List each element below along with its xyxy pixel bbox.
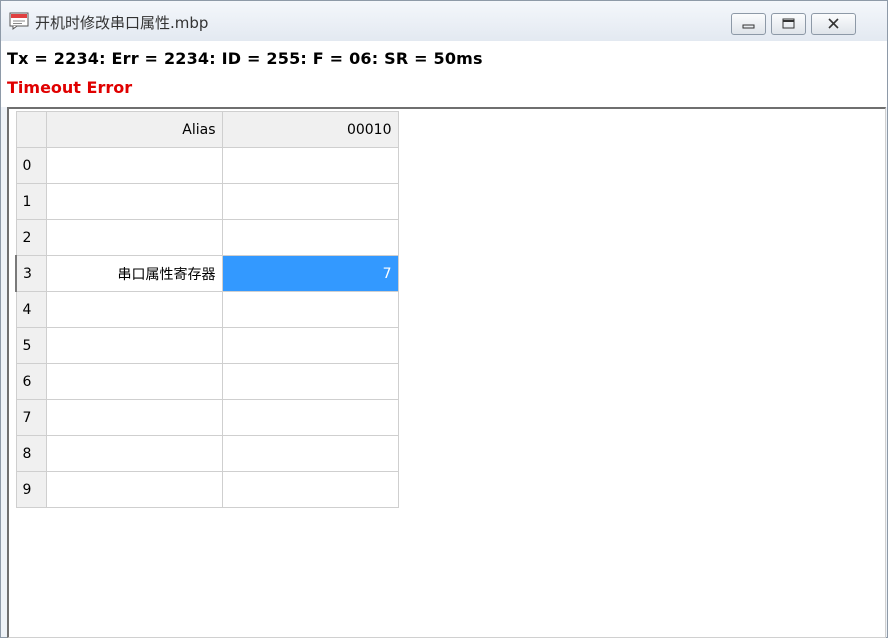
document-icon xyxy=(9,12,29,30)
minimize-icon xyxy=(742,24,755,29)
alias-cell[interactable] xyxy=(45,327,223,364)
table-row: 5 xyxy=(15,327,399,364)
alias-cell[interactable] xyxy=(45,435,223,472)
address-column-header[interactable]: 00010 xyxy=(221,111,399,148)
alias-cell[interactable] xyxy=(45,291,223,328)
table-row: 7 xyxy=(15,399,399,436)
table-row: 6 xyxy=(15,363,399,400)
window-title: 开机时修改串口属性.mbp xyxy=(35,14,209,32)
table-row: 1 xyxy=(15,183,399,220)
register-grid[interactable]: Alias 00010 0 1 2 3 串口属性寄存器 7 4 5 6 7 8 9 xyxy=(7,107,886,638)
alias-cell[interactable] xyxy=(45,147,223,184)
value-cell[interactable] xyxy=(221,435,399,472)
status-panel: Tx = 2234: Err = 2234: ID = 255: F = 06:… xyxy=(1,41,887,107)
error-message: Timeout Error xyxy=(7,78,133,97)
alias-cell[interactable] xyxy=(45,363,223,400)
header-row: Alias 00010 xyxy=(15,111,399,148)
value-cell[interactable] xyxy=(221,219,399,256)
value-cell[interactable] xyxy=(221,183,399,220)
close-icon xyxy=(828,18,839,29)
row-header[interactable]: 8 xyxy=(15,435,47,472)
maximize-button[interactable] xyxy=(771,13,806,35)
register-table: Alias 00010 0 1 2 3 串口属性寄存器 7 4 5 6 7 8 9 xyxy=(15,111,399,508)
alias-cell[interactable] xyxy=(45,219,223,256)
alias-column-header[interactable]: Alias xyxy=(45,111,223,148)
minimize-button[interactable] xyxy=(731,13,766,35)
row-header[interactable]: 6 xyxy=(15,363,47,400)
alias-cell[interactable] xyxy=(45,399,223,436)
alias-cell[interactable]: 串口属性寄存器 xyxy=(45,255,223,292)
row-header[interactable]: 5 xyxy=(15,327,47,364)
app-window: 开机时修改串口属性.mbp Tx = 2234: Err = 2234: ID … xyxy=(0,0,888,638)
value-cell[interactable] xyxy=(221,363,399,400)
value-cell[interactable] xyxy=(221,399,399,436)
row-header[interactable]: 9 xyxy=(15,471,47,508)
row-header[interactable]: 2 xyxy=(15,219,47,256)
value-cell[interactable] xyxy=(221,291,399,328)
value-cell[interactable] xyxy=(221,327,399,364)
value-cell[interactable] xyxy=(221,147,399,184)
table-row: 4 xyxy=(15,291,399,328)
table-row: 2 xyxy=(15,219,399,256)
restore-icon xyxy=(782,18,795,29)
selected-value-cell[interactable]: 7 xyxy=(221,255,399,292)
table-row: 9 xyxy=(15,471,399,508)
row-header[interactable]: 0 xyxy=(15,147,47,184)
row-header[interactable]: 3 xyxy=(15,255,47,292)
stats-line: Tx = 2234: Err = 2234: ID = 255: F = 06:… xyxy=(7,49,483,68)
corner-cell[interactable] xyxy=(15,111,47,148)
table-row: 3 串口属性寄存器 7 xyxy=(15,255,399,292)
value-cell[interactable] xyxy=(221,471,399,508)
alias-cell[interactable] xyxy=(45,183,223,220)
table-row: 8 xyxy=(15,435,399,472)
table-row: 0 xyxy=(15,147,399,184)
row-header[interactable]: 4 xyxy=(15,291,47,328)
alias-cell[interactable] xyxy=(45,471,223,508)
row-header[interactable]: 7 xyxy=(15,399,47,436)
row-header[interactable]: 1 xyxy=(15,183,47,220)
close-button[interactable] xyxy=(811,13,856,35)
title-bar[interactable]: 开机时修改串口属性.mbp xyxy=(1,1,887,41)
